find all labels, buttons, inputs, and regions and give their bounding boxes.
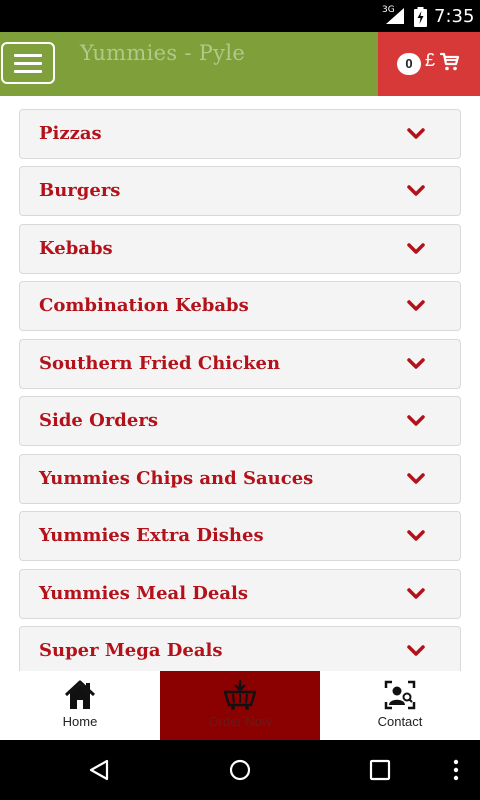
hamburger-icon: [14, 54, 42, 57]
category-item-pizzas[interactable]: Pizzas: [19, 109, 461, 159]
chevron-down-icon: [407, 415, 425, 426]
chevron-down-icon: [407, 185, 425, 196]
clock: 7:35: [434, 6, 475, 27]
hamburger-icon: [14, 70, 42, 73]
nav-label: Order Now: [208, 714, 272, 729]
app-header: Yummies - Pyle 0 £: [0, 32, 480, 96]
hamburger-icon: [14, 62, 42, 65]
category-label: Yummies Chips and Sauces: [39, 468, 314, 489]
nav-order-now[interactable]: Order Now: [160, 671, 320, 740]
contact-card-icon: [384, 680, 416, 710]
currency-symbol: £: [425, 50, 436, 70]
back-icon[interactable]: [88, 759, 110, 781]
chevron-down-icon: [407, 243, 425, 254]
category-item-southern-fried-chicken[interactable]: Southern Fried Chicken: [19, 339, 461, 389]
cart-count-badge: 0: [397, 53, 421, 75]
category-item-side-orders[interactable]: Side Orders: [19, 396, 461, 446]
chevron-down-icon: [407, 300, 425, 311]
order-basket-icon: [224, 680, 256, 710]
category-label: Pizzas: [39, 123, 102, 144]
home-circle-icon[interactable]: [229, 759, 251, 781]
category-item-meal-deals[interactable]: Yummies Meal Deals: [19, 569, 461, 619]
chevron-down-icon: [407, 530, 425, 541]
category-list: Pizzas Burgers Kebabs Combination Kebabs…: [0, 96, 480, 671]
nav-contact[interactable]: Contact: [320, 671, 480, 740]
category-item-kebabs[interactable]: Kebabs: [19, 224, 461, 274]
chevron-down-icon: [407, 645, 425, 656]
system-nav-bar: [0, 740, 480, 800]
nav-label: Home: [62, 714, 98, 729]
chevron-down-icon: [407, 128, 425, 139]
status-bar: 3G 7:35: [0, 0, 480, 32]
chevron-down-icon: [407, 473, 425, 484]
home-icon: [64, 680, 96, 709]
category-label: Yummies Extra Dishes: [39, 525, 264, 546]
category-label: Yummies Meal Deals: [39, 583, 248, 604]
menu-button[interactable]: [1, 42, 55, 84]
category-item-combination-kebabs[interactable]: Combination Kebabs: [19, 281, 461, 331]
category-label: Side Orders: [39, 410, 158, 431]
category-label: Kebabs: [39, 238, 113, 259]
shopping-cart-icon: [440, 52, 460, 71]
category-item-burgers[interactable]: Burgers: [19, 166, 461, 216]
category-label: Super Mega Deals: [39, 640, 223, 661]
battery-charging-icon: [414, 7, 427, 27]
category-item-super-mega-deals[interactable]: Super Mega Deals: [19, 626, 461, 671]
recents-icon[interactable]: [369, 759, 391, 781]
category-label: Combination Kebabs: [39, 295, 249, 316]
chevron-down-icon: [407, 358, 425, 369]
cart-button[interactable]: 0 £: [378, 32, 480, 96]
chevron-down-icon: [407, 588, 425, 599]
app-title: Yummies - Pyle: [80, 41, 246, 65]
nav-home[interactable]: Home: [0, 671, 160, 740]
more-options-icon[interactable]: [452, 759, 460, 781]
nav-label: Contact: [377, 714, 423, 729]
bottom-nav: Home Order Now Contact: [0, 671, 480, 740]
category-item-extra-dishes[interactable]: Yummies Extra Dishes: [19, 511, 461, 561]
category-label: Southern Fried Chicken: [39, 353, 281, 374]
signal-icon: [386, 8, 404, 24]
category-label: Burgers: [39, 180, 121, 201]
category-item-chips-and-sauces[interactable]: Yummies Chips and Sauces: [19, 454, 461, 504]
